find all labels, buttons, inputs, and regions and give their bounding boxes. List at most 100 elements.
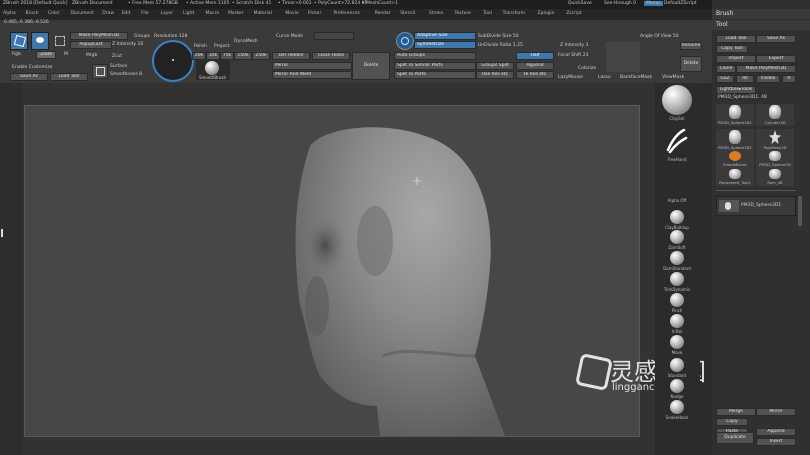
menu-light[interactable]: Light — [183, 11, 194, 16]
make-polymesh-panel-button[interactable]: Make PolyMesh3D — [736, 65, 796, 73]
menu-movie[interactable]: Movie — [285, 11, 298, 16]
append-button[interactable]: Append — [516, 62, 554, 70]
menu-zscript[interactable]: Zscript — [566, 11, 582, 16]
menu-material[interactable]: Material — [254, 11, 272, 16]
left-shelf-handle-icon[interactable] — [1, 229, 3, 237]
surface-toggle[interactable]: Surface — [110, 64, 127, 69]
see-through-slider[interactable]: See-through 0 — [604, 1, 636, 6]
rgb-toggle[interactable]: Rgb — [12, 52, 21, 57]
save-as-panel-button[interactable]: Save As — [756, 35, 796, 43]
zcut-toggle[interactable]: Zcut — [112, 54, 122, 59]
menu-zplugin[interactable]: Zplugin — [538, 11, 555, 16]
popup-last-button[interactable]: PopupLast — [70, 41, 112, 49]
smoothness-slider[interactable]: Smoothness 8 — [110, 72, 142, 77]
lazymouse-button[interactable]: LazyMouse — [558, 75, 583, 80]
preset-150k-button[interactable]: 150k — [234, 52, 252, 60]
menu-stroke[interactable]: Stroke — [429, 11, 443, 16]
zadd-button[interactable]: Zadd — [36, 51, 56, 59]
use-res-button[interactable]: Use Res etc — [476, 71, 514, 79]
menu-transform[interactable]: Transform — [503, 11, 525, 16]
scrollbar[interactable] — [798, 196, 802, 226]
split-to-similar-parts-button[interactable]: Split To Similar Parts — [394, 62, 476, 70]
tool-thumb[interactable]: PolyMesh3D — [756, 129, 794, 151]
subtool-list[interactable]: PM3D_Sphere3D1 — [716, 196, 796, 216]
save-as-button[interactable]: Save As — [10, 73, 48, 81]
resolution-slider[interactable]: Resolution 128 — [154, 34, 188, 39]
backfacemask-button[interactable]: BackfaceMask — [620, 75, 652, 80]
menu-preferences[interactable]: Preferences — [334, 11, 360, 16]
menu-texture[interactable]: Texture — [455, 11, 471, 16]
subdivide-size-slider[interactable]: SubDivide Size 50 — [478, 34, 519, 39]
auto-groups-button[interactable]: Auto Groups — [394, 52, 476, 60]
menu-color[interactable]: Color — [48, 11, 60, 16]
alien-head-model[interactable] — [25, 106, 639, 436]
menu-alpha[interactable]: Alpha — [3, 11, 16, 16]
canvas[interactable] — [24, 105, 640, 437]
subtool-append-button[interactable]: Append — [756, 428, 796, 436]
insert-button[interactable]: Insert — [756, 438, 796, 446]
tool-thumb[interactable]: Recovered_Tool1 — [716, 168, 754, 186]
make-polymesh-button[interactable]: Make PolyMesh3D — [70, 32, 128, 40]
scale-button[interactable] — [92, 64, 108, 79]
menu-picker[interactable]: Picker — [308, 11, 321, 16]
load-tool-button[interactable]: Load Tool — [50, 73, 88, 81]
move-button[interactable] — [52, 32, 66, 48]
clone-button[interactable]: Clone — [716, 65, 736, 73]
tool-thumb[interactable]: SimpleBrush — [716, 150, 754, 168]
menu-brush[interactable]: Brush — [26, 11, 39, 16]
z-intensity-2-slider[interactable]: Z Intensity 3 — [560, 43, 588, 48]
duplicate-button[interactable]: Duplicate — [716, 432, 754, 444]
menu-render[interactable]: Render — [375, 11, 391, 16]
menus-button[interactable]: Menus — [644, 1, 663, 6]
tool-thumb[interactable]: Cylinder3D — [756, 104, 794, 126]
delete-button[interactable]: Delete — [352, 52, 390, 80]
default-zscript-button[interactable]: DefaultZScript — [664, 1, 697, 6]
subtool-mirror-button[interactable]: Mirror — [756, 408, 796, 416]
brush-size-circle[interactable] — [152, 40, 194, 82]
subtool-item[interactable]: PM3D_Sphere3D1 — [741, 203, 781, 208]
rename-button[interactable]: Rename — [680, 42, 702, 50]
del-hidden-button[interactable]: Del Hidden — [272, 52, 310, 60]
close-holes-button[interactable]: Close Holes — [312, 52, 350, 60]
material-preview[interactable] — [606, 42, 640, 72]
export-button[interactable]: Export — [756, 55, 796, 63]
lasso-button[interactable]: Lasso — [598, 75, 611, 80]
split-to-parts-button[interactable]: Split To Parts — [394, 71, 476, 79]
draw-button[interactable] — [31, 32, 49, 50]
hi-res-button[interactable]: Hi Res etc — [516, 71, 554, 79]
preset-75k-button[interactable]: 75k — [220, 52, 234, 60]
groups-split-button[interactable]: Groups Split — [476, 62, 514, 70]
goz-button[interactable]: GoZ — [716, 75, 734, 83]
copy-tool-button[interactable]: Copy Tool — [716, 45, 748, 53]
quicksave-button[interactable]: QuickSave — [568, 1, 592, 6]
menu-macro[interactable]: Macro — [206, 11, 220, 16]
merge-button[interactable]: Merge — [716, 408, 756, 416]
mirror-and-weld-button[interactable]: Mirror And Weld — [272, 71, 352, 79]
delete-tool-button[interactable]: Delete — [680, 56, 702, 72]
visible-button[interactable]: Visible — [756, 75, 780, 83]
tool-thumb[interactable]: Rom_46 — [756, 168, 794, 186]
undivide-ratio-slider[interactable]: UnDivide Ratio 1.25 — [478, 43, 523, 48]
tool-thumb[interactable]: PM3D_Sphere3D1 — [716, 129, 754, 151]
symmetrize-button[interactable]: Symmetrize — [414, 41, 476, 49]
menu-document[interactable]: Document — [71, 11, 94, 16]
half-button[interactable]: Half — [516, 52, 554, 60]
colorize-toggle[interactable]: Colorize — [578, 66, 596, 71]
tool-thumb[interactable]: PM3D_Sphere3D1 — [716, 104, 754, 126]
enable-customize-button[interactable]: Enable Customize — [12, 65, 52, 70]
mirror-button[interactable]: Mirror — [272, 62, 352, 70]
smoothbrush-thumbnail[interactable]: SmoothBrush — [196, 60, 230, 80]
viewmask-button[interactable]: ViewMask — [662, 75, 684, 80]
tool-palette-header[interactable]: Tool — [712, 20, 810, 30]
edit-button[interactable] — [10, 32, 28, 50]
import-button[interactable]: Import — [716, 55, 756, 63]
adaptive-size-button[interactable]: Adaptive Size — [414, 32, 476, 40]
menu-marker[interactable]: Marker — [228, 11, 244, 16]
menu-file[interactable]: File — [141, 11, 149, 16]
all-button[interactable]: All — [736, 75, 754, 83]
menu-tool[interactable]: Tool — [483, 11, 492, 16]
adaptive-size-icon[interactable] — [396, 32, 414, 50]
load-tool-panel-button[interactable]: Load Tool — [716, 35, 756, 43]
menu-layer[interactable]: Layer — [161, 11, 174, 16]
mrgb-toggle[interactable]: Mrgb — [86, 53, 97, 58]
